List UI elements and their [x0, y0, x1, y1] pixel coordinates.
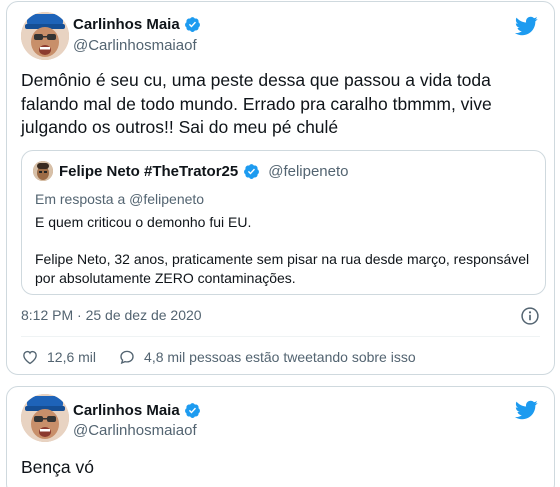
speech-bubble-icon	[120, 350, 134, 365]
author-handle[interactable]: @Carlinhosmaiaof	[73, 37, 197, 54]
like-button[interactable]: 12,6 mil	[21, 348, 96, 366]
reply-handle-link[interactable]: @felipeneto	[129, 191, 204, 207]
tweet-text: Bença vó	[21, 457, 94, 477]
info-icon[interactable]	[520, 306, 540, 326]
quoted-avatar[interactable]	[33, 161, 53, 181]
author-name[interactable]: Carlinhos Maia	[73, 16, 180, 33]
heart-icon	[23, 350, 37, 365]
conversation-text: 4,8 mil pessoas estão tweetando sobre is…	[144, 349, 416, 365]
quoted-author-name[interactable]: Felipe Neto #TheTrator25	[59, 163, 238, 180]
tweet-actions: 12,6 mil 4,8 mil pessoas estão tweetando…	[21, 348, 416, 366]
tweet-card[interactable]: Carlinhos Maia @Carlinhosmaiaof Demônio …	[6, 1, 555, 375]
quoted-author-handle[interactable]: @felipeneto	[268, 163, 348, 180]
author-name[interactable]: Carlinhos Maia	[73, 402, 180, 419]
quoted-text-line: E quem criticou o demonho fui EU.	[35, 214, 252, 230]
divider	[21, 336, 540, 337]
avatar[interactable]	[21, 12, 69, 60]
tweet-timestamp[interactable]: 8:12 PM · 25 de dez de 2020	[21, 307, 202, 323]
twitter-bird-icon[interactable]	[514, 398, 538, 422]
tweet-text: Demônio é seu cu, uma peste dessa que pa…	[21, 70, 492, 137]
reply-context: Em resposta a @felipeneto	[35, 191, 204, 207]
verified-badge-icon	[184, 402, 201, 419]
tweet-card[interactable]: Carlinhos Maia @Carlinhosmaiaof Bença vó	[6, 386, 555, 487]
verified-badge-icon	[243, 163, 260, 180]
avatar[interactable]	[21, 394, 69, 442]
verified-badge-icon	[184, 16, 201, 33]
conversation-link[interactable]: 4,8 mil pessoas estão tweetando sobre is…	[118, 348, 416, 366]
author-handle[interactable]: @Carlinhosmaiaof	[73, 422, 197, 439]
like-count: 12,6 mil	[47, 349, 97, 365]
quoted-tweet[interactable]: Felipe Neto #TheTrator25 @felipeneto Em …	[21, 150, 546, 295]
reply-prefix: Em resposta a	[35, 191, 126, 207]
quoted-text-paragraph: Felipe Neto, 32 anos, praticamente sem p…	[35, 251, 530, 286]
twitter-bird-icon[interactable]	[514, 14, 538, 38]
